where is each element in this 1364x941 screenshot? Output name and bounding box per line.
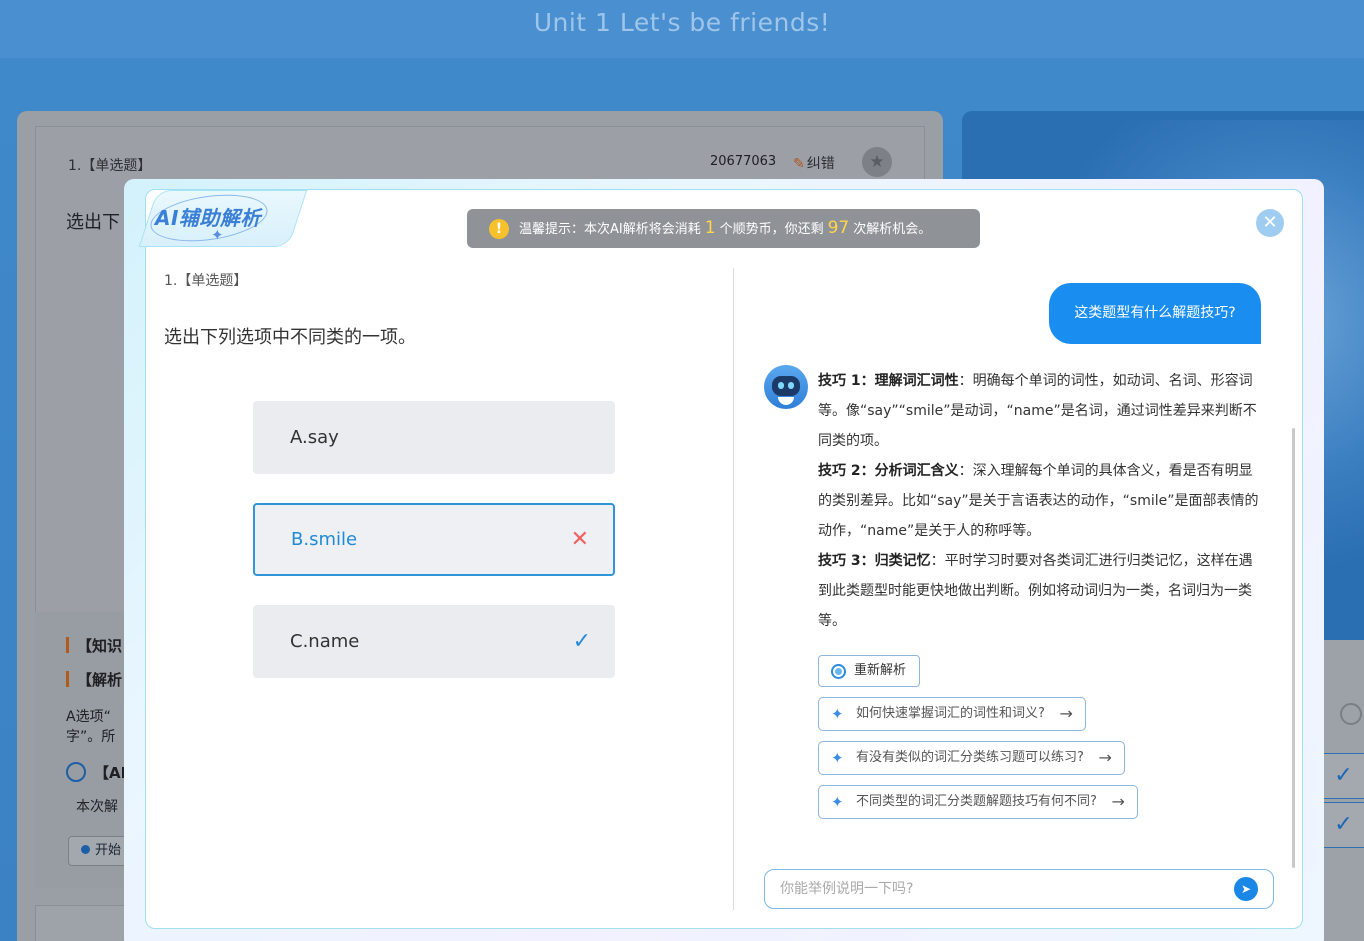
send-icon[interactable]: ➤ (1234, 877, 1258, 901)
bg-question-number: 1.【单选题】 (68, 158, 152, 174)
pencil-icon: ✎ (793, 156, 805, 172)
sparkle-icon: ✦ (831, 749, 844, 767)
option-label: B.smile (291, 529, 358, 550)
suggestion-1[interactable]: ✦ 如何快速掌握词汇的词性和词义? → (818, 697, 1086, 731)
tip-2: 技巧 2：分析词汇含义：深入理解每个单词的具体含义，看是否有明显的类别差异。比如… (818, 456, 1262, 546)
fix-error-button[interactable]: ✎ 纠错 (793, 153, 835, 173)
bg-question-id: 20677063 (710, 154, 777, 169)
question-text: 选出下列选项中不同类的一项。 (164, 327, 416, 348)
option-label: C.name (290, 631, 360, 652)
bg-ai-heading: 【AI (66, 762, 126, 783)
warning-icon: ! (489, 219, 509, 239)
wrong-x-icon: ✕ (570, 527, 589, 552)
notice-middle: 个顺势币，你还剩 (719, 222, 824, 237)
sparkle-icon: ✦ (831, 793, 844, 811)
bg-analysis-text-2: 字”。所 (66, 729, 116, 745)
suggestion-3[interactable]: ✦ 不同类型的词汇分类题解题技巧有何不同? → (818, 785, 1138, 819)
arrow-right-icon: → (1059, 704, 1073, 723)
suggestion-label: 不同类型的词汇分类题解题技巧有何不同? (856, 794, 1097, 809)
question-number: 1.【单选题】 (164, 273, 248, 289)
notice-prefix: 温馨提示：本次AI解析将会消耗 (519, 222, 701, 237)
tip-3: 技巧 3：归类记忆：平时学习时要对各类词汇进行归类记忆，这样在遇到此类题型时能更… (818, 546, 1262, 636)
option-b[interactable]: B.smile ✕ (253, 503, 615, 576)
ai-answer: 技巧 1：理解词汇词性：明确每个单词的词性，如动词、名词、形容词等。像“say”… (818, 366, 1262, 636)
correct-check-icon: ✓ (572, 629, 591, 654)
bg-question-text: 选出下 (66, 212, 120, 233)
notice-banner: ! 温馨提示：本次AI解析将会消耗 1 个顺势币，你还剩 97 次解析机会。 (467, 209, 980, 248)
tip-title: 技巧 2：分析词汇含义 (818, 463, 959, 479)
chat-scrollbar[interactable] (1292, 428, 1295, 868)
suggestion-2[interactable]: ✦ 有没有类似的词汇分类练习题可以练习? → (818, 741, 1125, 775)
bg-ai-text: 本次解 (76, 799, 118, 815)
option-a[interactable]: A.say (253, 401, 615, 474)
check-icon: ✓ (1322, 753, 1364, 799)
panel-divider (733, 268, 734, 910)
chat-input-placeholder: 你能举例说明一下吗? (780, 881, 914, 897)
close-icon[interactable]: ✕ (1256, 209, 1284, 237)
fix-error-label: 纠错 (806, 156, 835, 172)
bg-analysis-text-1: A选项“ (66, 709, 111, 725)
tip-title: 技巧 1：理解词汇词性 (818, 373, 959, 389)
notice-cost: 1 (704, 218, 716, 238)
radio-icon[interactable] (1340, 703, 1362, 725)
bg-analysis-heading: 【解析 (66, 669, 122, 690)
page-title: Unit 1 Let's be friends! (0, 0, 1364, 58)
check-icon: ✓ (1322, 802, 1364, 848)
ai-logo: AI辅助解析 (155, 206, 261, 230)
reparse-button[interactable]: 重新解析 (818, 655, 920, 687)
notice-suffix: 次解析机会。 (853, 222, 932, 237)
reparse-label: 重新解析 (854, 663, 907, 678)
arrow-right-icon: → (1111, 792, 1125, 811)
bg-knowledge-heading: 【知识 (66, 635, 122, 656)
arrow-right-icon: → (1098, 748, 1112, 767)
option-label: A.say (290, 427, 339, 448)
notice-remaining: 97 (827, 218, 850, 238)
suggestion-label: 如何快速掌握词汇的词性和词义? (856, 706, 1045, 721)
option-c[interactable]: C.name ✓ (253, 605, 615, 678)
sparkle-icon: ✦ (211, 226, 224, 244)
tip-title: 技巧 3：归类记忆 (818, 553, 931, 569)
suggestion-label: 有没有类似的词汇分类练习题可以练习? (856, 750, 1084, 765)
globe-icon (66, 762, 86, 782)
robot-avatar-icon (764, 365, 808, 409)
radio-dot-icon (81, 845, 90, 854)
favorite-star-icon[interactable]: ★ (862, 147, 892, 177)
sparkle-icon: ✦ (831, 705, 844, 723)
user-message: 这类题型有什么解题技巧? (1049, 283, 1261, 344)
tip-1: 技巧 1：理解词汇词性：明确每个单词的词性，如动词、名词、形容词等。像“say”… (818, 366, 1262, 456)
chat-input[interactable]: 你能举例说明一下吗? (764, 869, 1274, 909)
reparse-icon (831, 664, 846, 679)
